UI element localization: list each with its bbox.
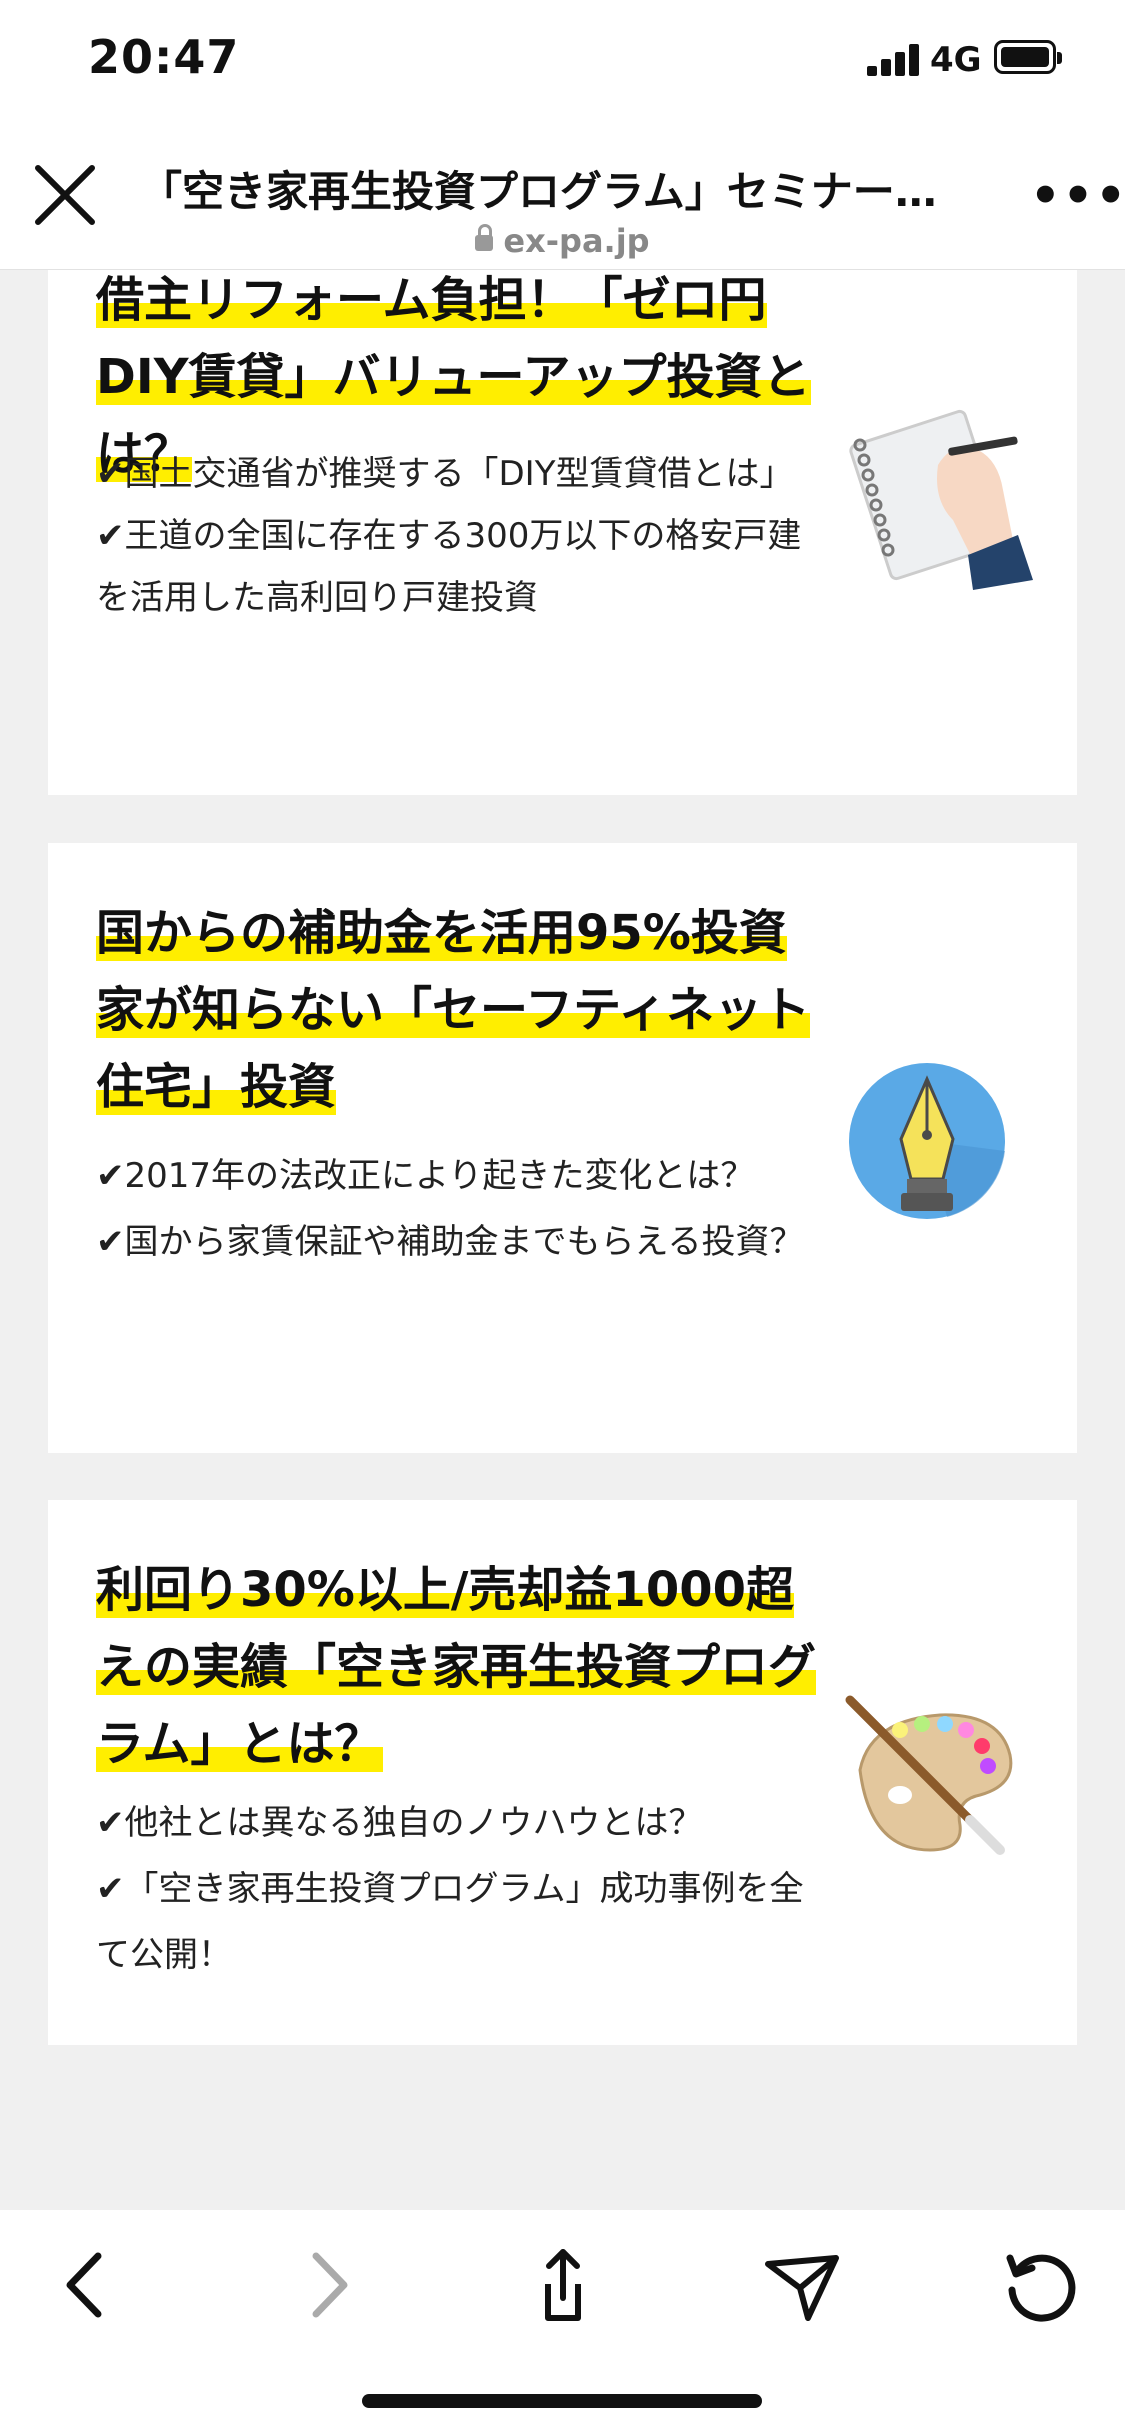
share-icon[interactable] (518, 2240, 608, 2330)
bullet-item: ✔他社とは異なる独自のノウハウとは？ (96, 1803, 703, 1843)
browser-header: 「空き家再生投資プログラム」セミナー… ••• ex-pa.jp (0, 120, 1125, 270)
back-icon[interactable] (42, 2240, 132, 2330)
notebook-hand-icon (849, 409, 1033, 590)
card-heading: 利回り30%以上/売却益1000超えの実績「空き家再生投資プログラム」とは？ (96, 1562, 817, 1772)
more-options-icon[interactable]: ••• (1030, 168, 1125, 224)
status-time: 20:47 (88, 30, 240, 84)
home-indicator[interactable] (362, 2394, 762, 2408)
network-label: 4G (930, 40, 982, 80)
page-content[interactable]: 借主リフォーム負担！「ゼロ円DIY賃貸」バリューアップ投資とは？ ✔国土交通省が… (0, 270, 1125, 2140)
card-bullets: ✔2017年の法改正により起きた変化とは？ ✔国から家賃保証や補助金までもらえる… (96, 1143, 826, 1275)
bullet-item: ✔「空き家再生投資プログラム」成功事例を全て公開！ (96, 1869, 804, 1975)
bullet-item: ✔2017年の法改正により起きた変化とは？ (96, 1156, 755, 1196)
card-bullets: ✔国土交通省が推奨する「DIY型賃貸借とは」 ✔王道の全国に存在する300万以下… (96, 443, 826, 629)
bullet-item: ✔王道の全国に存在する300万以下の格安戸建を活用した高利回り戸建投資 (96, 516, 802, 618)
reload-icon[interactable] (996, 2240, 1086, 2330)
close-icon[interactable] (30, 160, 100, 230)
fountain-pen-icon (849, 1063, 1005, 1219)
url-text: ex-pa.jp (503, 222, 650, 260)
seminar-topic-card: 国からの補助金を活用95%投資家が知らない「セーフティネット住宅」投資 ✔201… (48, 843, 1077, 1453)
card-heading: 国からの補助金を活用95%投資家が知らない「セーフティネット住宅」投資 (96, 905, 811, 1115)
bullet-item: ✔国から家賃保証や補助金までもらえる投資？ (96, 1222, 804, 1262)
seminar-topic-card: 借主リフォーム負担！「ゼロ円DIY賃貸」バリューアップ投資とは？ ✔国土交通省が… (48, 270, 1077, 795)
lock-icon (475, 224, 494, 251)
send-icon[interactable] (756, 2240, 846, 2330)
status-bar: 20:47 4G (0, 0, 1125, 120)
page-title: 「空き家再生投資プログラム」セミナー… (140, 167, 937, 216)
forward-icon[interactable] (282, 2240, 372, 2330)
signal-icon (867, 44, 921, 76)
paint-palette-icon (845, 1695, 1013, 1855)
card-bullets: ✔他社とは異なる独自のノウハウとは？ ✔「空き家再生投資プログラム」成功事例を全… (96, 1790, 826, 1988)
bullet-item: ✔国土交通省が推奨する「DIY型賃貸借とは」 (96, 454, 794, 494)
url-label: ex-pa.jp (0, 222, 1125, 260)
seminar-topic-card: 利回り30%以上/売却益1000超えの実績「空き家再生投資プログラム」とは？ ✔… (48, 1500, 1077, 2045)
battery-icon (994, 40, 1062, 74)
